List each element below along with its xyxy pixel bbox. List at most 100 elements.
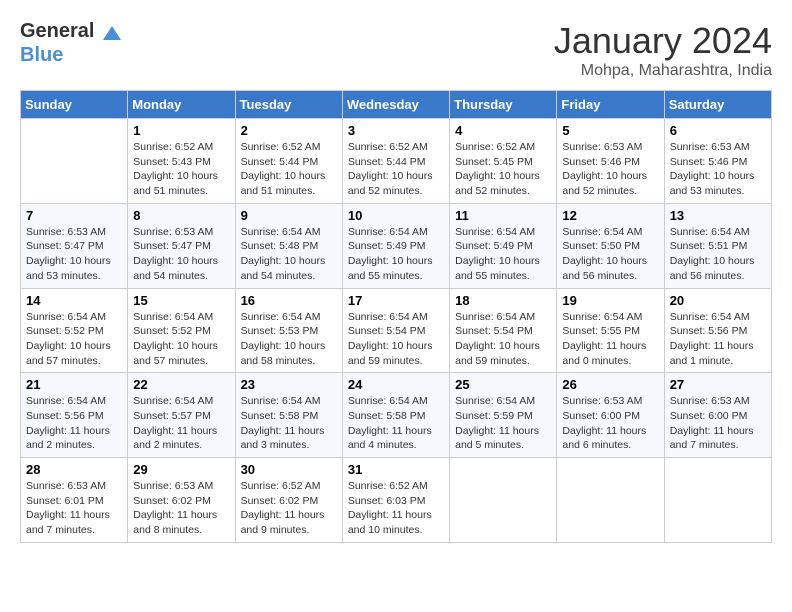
day-number: 18 bbox=[455, 293, 551, 308]
day-info: Sunrise: 6:54 AMSunset: 5:52 PMDaylight:… bbox=[133, 310, 229, 369]
week-row-2: 7 Sunrise: 6:53 AMSunset: 5:47 PMDaylight… bbox=[21, 203, 772, 288]
day-number: 10 bbox=[348, 208, 444, 223]
calendar-cell: 22 Sunrise: 6:54 AMSunset: 5:57 PMDayligh… bbox=[128, 373, 235, 458]
day-number: 11 bbox=[455, 208, 551, 223]
day-info: Sunrise: 6:54 AMSunset: 5:53 PMDaylight:… bbox=[241, 310, 337, 369]
calendar-cell: 10 Sunrise: 6:54 AMSunset: 5:49 PMDayligh… bbox=[342, 203, 449, 288]
day-number: 24 bbox=[348, 377, 444, 392]
calendar-cell: 20Sunrise: 6:54 AMSunset: 5:56 PMDayligh… bbox=[664, 288, 771, 373]
page-header: General Blue January 2024 Mohpa, Maharas… bbox=[20, 20, 772, 80]
day-number: 25 bbox=[455, 377, 551, 392]
calendar-cell: 25 Sunrise: 6:54 AMSunset: 5:59 PMDayligh… bbox=[450, 373, 557, 458]
calendar-cell: 15 Sunrise: 6:54 AMSunset: 5:52 PMDayligh… bbox=[128, 288, 235, 373]
calendar-cell: 14Sunrise: 6:54 AMSunset: 5:52 PMDayligh… bbox=[21, 288, 128, 373]
day-number: 17 bbox=[348, 293, 444, 308]
day-info: Sunrise: 6:52 AMSunset: 6:03 PMDaylight:… bbox=[348, 479, 444, 538]
month-title: January 2024 bbox=[554, 20, 772, 62]
day-info: Sunrise: 6:53 AMSunset: 6:02 PMDaylight:… bbox=[133, 479, 229, 538]
calendar-cell: 31 Sunrise: 6:52 AMSunset: 6:03 PMDayligh… bbox=[342, 458, 449, 543]
day-info: Sunrise: 6:53 AMSunset: 5:47 PMDaylight:… bbox=[133, 225, 229, 284]
calendar-cell: 2 Sunrise: 6:52 AMSunset: 5:44 PMDaylight… bbox=[235, 119, 342, 204]
day-number: 15 bbox=[133, 293, 229, 308]
calendar-cell: 3 Sunrise: 6:52 AMSunset: 5:44 PMDaylight… bbox=[342, 119, 449, 204]
day-number: 5 bbox=[562, 123, 658, 138]
day-info: Sunrise: 6:52 AMSunset: 5:44 PMDaylight:… bbox=[241, 140, 337, 199]
day-info: Sunrise: 6:54 AMSunset: 5:58 PMDaylight:… bbox=[241, 394, 337, 453]
header-sunday: Sunday bbox=[21, 91, 128, 119]
day-info: Sunrise: 6:54 AMSunset: 5:50 PMDaylight:… bbox=[562, 225, 658, 284]
calendar-cell: 30 Sunrise: 6:52 AMSunset: 6:02 PMDayligh… bbox=[235, 458, 342, 543]
day-info: Sunrise: 6:53 AMSunset: 5:46 PMDaylight:… bbox=[562, 140, 658, 199]
week-row-1: 1Sunrise: 6:52 AMSunset: 5:43 PMDaylight… bbox=[21, 119, 772, 204]
header-thursday: Thursday bbox=[450, 91, 557, 119]
day-info: Sunrise: 6:54 AMSunset: 5:51 PMDaylight:… bbox=[670, 225, 766, 284]
day-number: 9 bbox=[241, 208, 337, 223]
day-number: 23 bbox=[241, 377, 337, 392]
logo: General Blue bbox=[20, 20, 123, 67]
calendar-cell bbox=[557, 458, 664, 543]
day-info: Sunrise: 6:54 AMSunset: 5:58 PMDaylight:… bbox=[348, 394, 444, 453]
calendar-cell: 28 Sunrise: 6:53 AMSunset: 6:01 PMDayligh… bbox=[21, 458, 128, 543]
calendar-cell: 26Sunrise: 6:53 AMSunset: 6:00 PMDayligh… bbox=[557, 373, 664, 458]
day-info: Sunrise: 6:52 AMSunset: 5:44 PMDaylight:… bbox=[348, 140, 444, 199]
week-row-3: 14 Sunrise: 6:54 AMSunset: 5:52 PMDayligh… bbox=[21, 288, 772, 373]
day-number: 30 bbox=[241, 462, 337, 477]
day-info: Sunrise: 6:54 AMSunset: 5:57 PMDaylight:… bbox=[133, 394, 229, 453]
day-number: 6 bbox=[670, 123, 766, 138]
day-number: 21 bbox=[26, 377, 122, 392]
day-info: Sunrise: 6:52 AMSunset: 5:45 PMDaylight:… bbox=[455, 140, 551, 199]
day-info: Sunrise: 6:53 AMSunset: 6:01 PMDaylight:… bbox=[26, 479, 122, 538]
day-number: 22 bbox=[133, 377, 229, 392]
calendar-cell: 6 Sunrise: 6:53 AMSunset: 5:46 PMDaylight… bbox=[664, 119, 771, 204]
header-monday: Monday bbox=[128, 91, 235, 119]
header-wednesday: Wednesday bbox=[342, 91, 449, 119]
day-number: 8 bbox=[133, 208, 229, 223]
calendar-cell: 1Sunrise: 6:52 AMSunset: 5:43 PMDaylight… bbox=[128, 119, 235, 204]
calendar-cell: 21 Sunrise: 6:54 AMSunset: 5:56 PMDayligh… bbox=[21, 373, 128, 458]
week-row-4: 21 Sunrise: 6:54 AMSunset: 5:56 PMDayligh… bbox=[21, 373, 772, 458]
day-number: 13 bbox=[670, 208, 766, 223]
day-info: Sunrise: 6:54 AMSunset: 5:55 PMDaylight:… bbox=[562, 310, 658, 369]
day-number: 16 bbox=[241, 293, 337, 308]
day-info: Sunrise: 6:53 AMSunset: 5:47 PMDaylight:… bbox=[26, 225, 122, 284]
day-info: Sunrise: 6:54 AMSunset: 5:59 PMDaylight:… bbox=[455, 394, 551, 453]
day-number: 20 bbox=[670, 293, 766, 308]
logo-blue: Blue bbox=[20, 44, 123, 67]
calendar-cell: 7 Sunrise: 6:53 AMSunset: 5:47 PMDaylight… bbox=[21, 203, 128, 288]
day-info: Sunrise: 6:54 AMSunset: 5:56 PMDaylight:… bbox=[26, 394, 122, 453]
calendar-cell bbox=[664, 458, 771, 543]
calendar-cell: 27Sunrise: 6:53 AMSunset: 6:00 PMDayligh… bbox=[664, 373, 771, 458]
day-number: 31 bbox=[348, 462, 444, 477]
day-info: Sunrise: 6:53 AMSunset: 6:00 PMDaylight:… bbox=[670, 394, 766, 453]
day-number: 2 bbox=[241, 123, 337, 138]
day-info: Sunrise: 6:54 AMSunset: 5:48 PMDaylight:… bbox=[241, 225, 337, 284]
calendar-table: SundayMondayTuesdayWednesdayThursdayFrid… bbox=[20, 90, 772, 543]
calendar-cell: 12Sunrise: 6:54 AMSunset: 5:50 PMDayligh… bbox=[557, 203, 664, 288]
day-info: Sunrise: 6:53 AMSunset: 6:00 PMDaylight:… bbox=[562, 394, 658, 453]
day-info: Sunrise: 6:54 AMSunset: 5:49 PMDaylight:… bbox=[348, 225, 444, 284]
calendar-cell: 9 Sunrise: 6:54 AMSunset: 5:48 PMDaylight… bbox=[235, 203, 342, 288]
day-number: 7 bbox=[26, 208, 122, 223]
day-info: Sunrise: 6:52 AMSunset: 6:02 PMDaylight:… bbox=[241, 479, 337, 538]
calendar-cell: 5 Sunrise: 6:53 AMSunset: 5:46 PMDaylight… bbox=[557, 119, 664, 204]
calendar-header-row: SundayMondayTuesdayWednesdayThursdayFrid… bbox=[21, 91, 772, 119]
day-info: Sunrise: 6:53 AMSunset: 5:46 PMDaylight:… bbox=[670, 140, 766, 199]
day-number: 28 bbox=[26, 462, 122, 477]
calendar-cell: 16 Sunrise: 6:54 AMSunset: 5:53 PMDayligh… bbox=[235, 288, 342, 373]
day-number: 14 bbox=[26, 293, 122, 308]
day-info: Sunrise: 6:54 AMSunset: 5:49 PMDaylight:… bbox=[455, 225, 551, 284]
header-friday: Friday bbox=[557, 91, 664, 119]
logo-icon bbox=[101, 22, 123, 44]
day-info: Sunrise: 6:54 AMSunset: 5:54 PMDaylight:… bbox=[348, 310, 444, 369]
day-number: 3 bbox=[348, 123, 444, 138]
calendar-cell: 11 Sunrise: 6:54 AMSunset: 5:49 PMDayligh… bbox=[450, 203, 557, 288]
day-number: 4 bbox=[455, 123, 551, 138]
day-number: 1 bbox=[133, 123, 229, 138]
header-tuesday: Tuesday bbox=[235, 91, 342, 119]
calendar-cell: 18Sunrise: 6:54 AMSunset: 5:54 PMDayligh… bbox=[450, 288, 557, 373]
calendar-cell: 13 Sunrise: 6:54 AMSunset: 5:51 PMDayligh… bbox=[664, 203, 771, 288]
location-subtitle: Mohpa, Maharashtra, India bbox=[554, 62, 772, 80]
day-number: 29 bbox=[133, 462, 229, 477]
calendar-cell bbox=[450, 458, 557, 543]
header-saturday: Saturday bbox=[664, 91, 771, 119]
